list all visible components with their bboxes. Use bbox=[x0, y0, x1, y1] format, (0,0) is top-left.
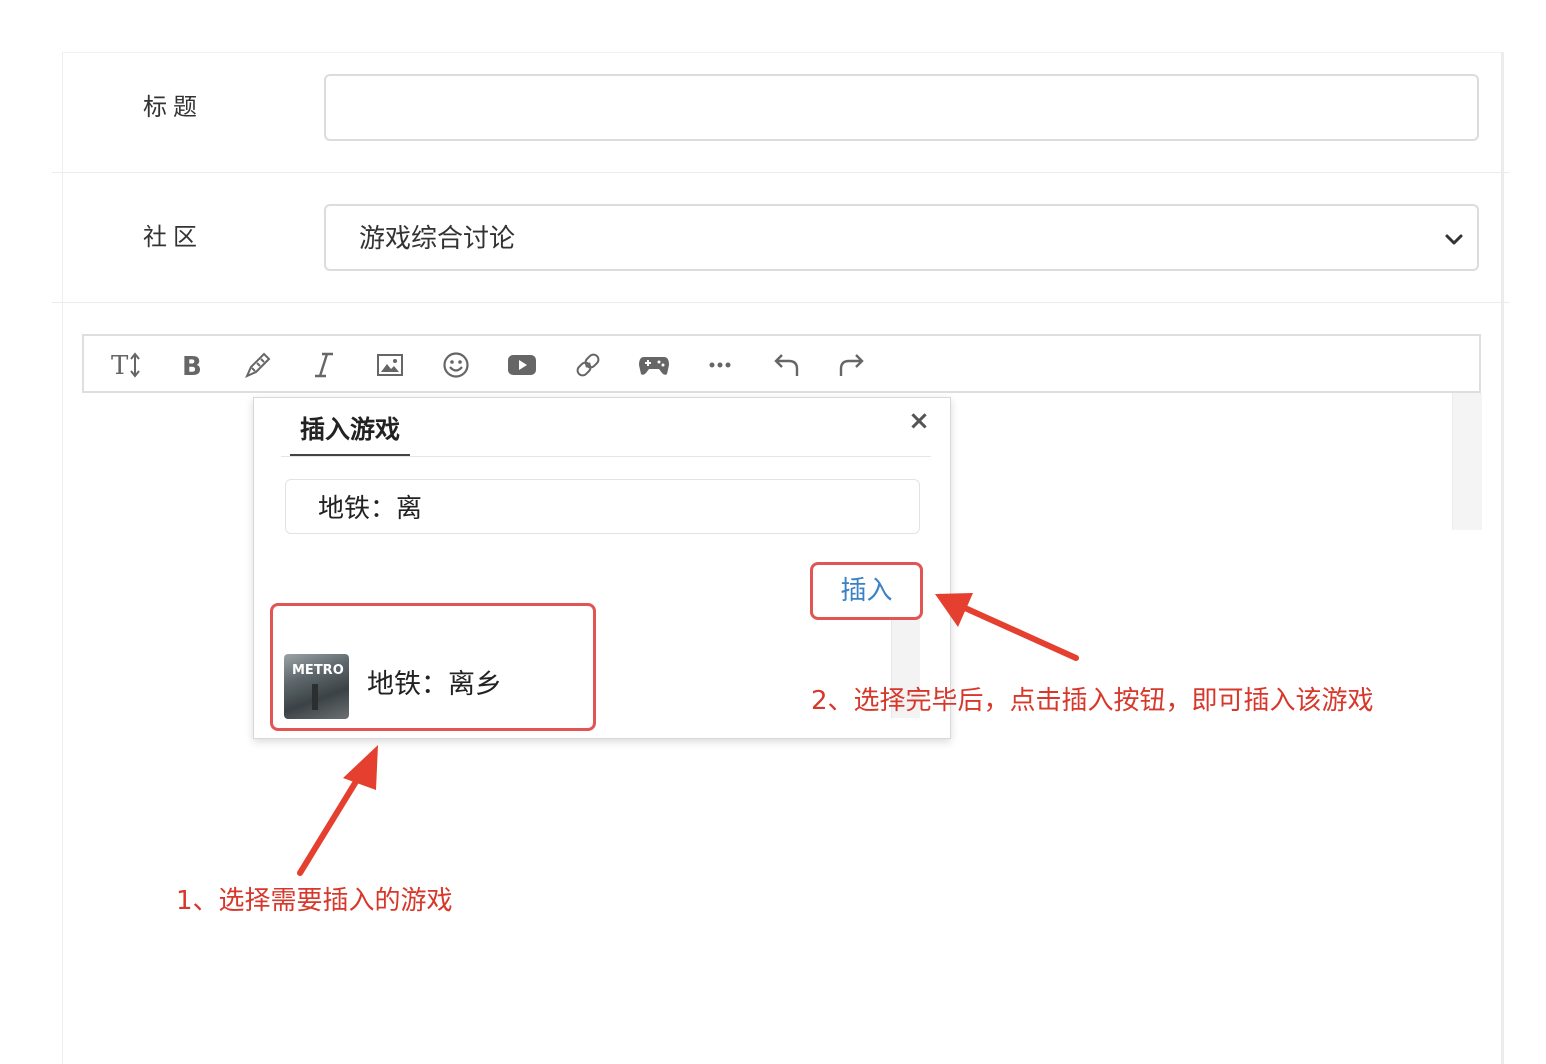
arrow-step2 bbox=[935, 593, 1079, 661]
arrow-step1 bbox=[297, 745, 378, 876]
annotation-step2: 2、选择完毕后，点击插入按钮，即可插入该游戏 bbox=[811, 686, 1374, 716]
annotation-step1: 1、选择需要插入的游戏 bbox=[176, 886, 453, 916]
